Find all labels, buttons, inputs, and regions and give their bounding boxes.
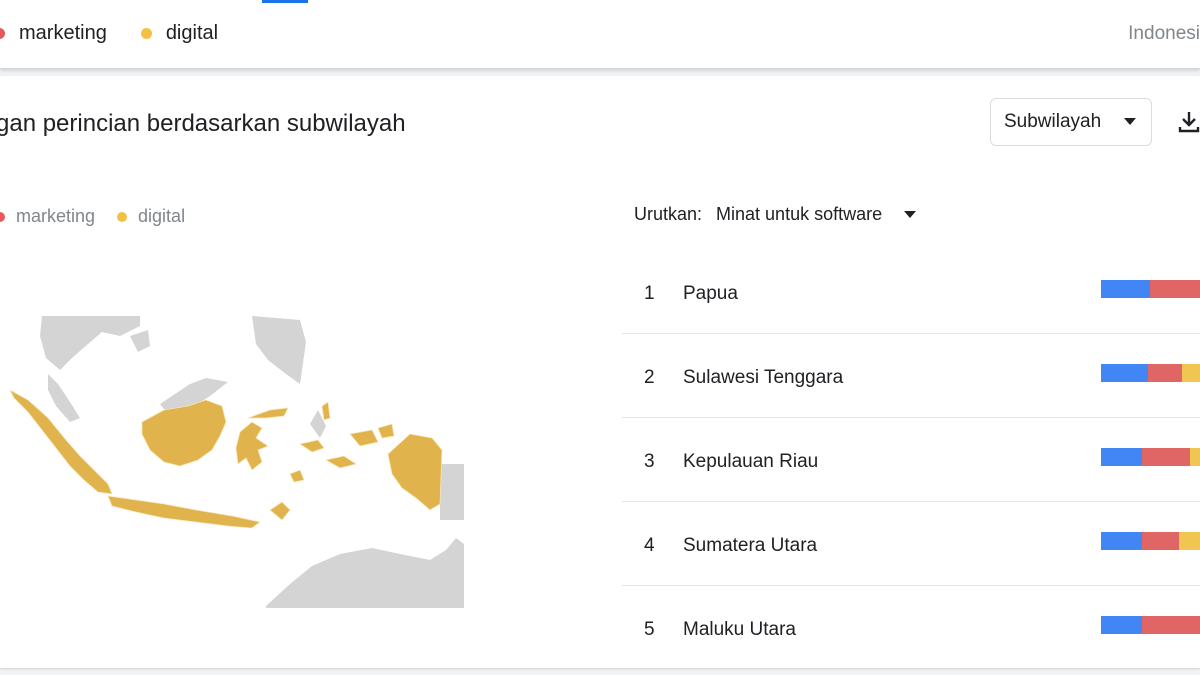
card-title: gan perincian berdasarkan subwilayah — [0, 110, 406, 137]
row-region-name: Sumatera Utara — [683, 535, 818, 556]
share-segment-digital — [1190, 448, 1200, 466]
row-rank: 4 — [644, 535, 655, 556]
table-row[interactable]: 2 Sulawesi Tenggara — [622, 334, 1200, 418]
map-legend-item-digital[interactable]: digital — [117, 206, 185, 227]
download-icon[interactable] — [1178, 110, 1200, 134]
row-share-bar — [1101, 280, 1200, 298]
legend-label: digital — [138, 206, 186, 226]
map-legend-item-marketing[interactable]: marketing — [0, 206, 95, 227]
row-region-name: Sulawesi Tenggara — [683, 367, 844, 388]
share-segment-marketing — [1141, 616, 1200, 634]
region-label: Indonesi — [1128, 23, 1200, 44]
table-row[interactable]: 4 Sumatera Utara — [622, 502, 1200, 586]
legend-label: marketing — [16, 206, 96, 226]
row-rank: 3 — [644, 451, 655, 472]
sort-label: Urutkan: — [634, 204, 703, 224]
table-row[interactable]: 5 Maluku Utara — [622, 586, 1200, 669]
row-region-name: Papua — [683, 283, 738, 304]
share-segment-blue — [1101, 364, 1148, 382]
share-segment-marketing — [1147, 364, 1183, 382]
row-rank: 5 — [644, 619, 655, 640]
region-list: 1 Papua 2 Sulawesi Tenggara 3 Kepulauan Riau 4… — [622, 250, 1200, 669]
legend-item-digital[interactable]: digital — [140, 22, 219, 45]
row-region-name: Kepulauan Riau — [683, 451, 819, 472]
sort-value: Minat untuk software — [716, 204, 883, 224]
share-segment-marketing — [1141, 532, 1180, 550]
legend-label: digital — [165, 22, 219, 44]
table-row[interactable]: 3 Kepulauan Riau — [622, 418, 1200, 502]
table-row[interactable]: 1 Papua — [622, 250, 1200, 334]
caret-down-icon — [904, 211, 917, 218]
share-segment-blue — [1101, 616, 1142, 634]
subregion-select[interactable]: Subwilayah — [990, 98, 1152, 146]
share-segment-marketing — [1141, 448, 1191, 466]
legend-label: marketing — [19, 22, 107, 44]
row-region-name: Maluku Utara — [683, 619, 796, 640]
row-share-bar — [1101, 532, 1200, 550]
indonesia-map[interactable] — [0, 314, 470, 614]
digital-dot-icon — [140, 28, 152, 39]
share-segment-blue — [1101, 448, 1142, 466]
map-legend: marketing digital — [0, 206, 207, 227]
share-segment-blue — [1101, 280, 1150, 298]
share-segment-digital — [1182, 364, 1200, 382]
row-share-bar — [1101, 448, 1200, 466]
share-segment-blue — [1101, 532, 1142, 550]
sort-control[interactable]: Urutkan: Minat untuk software — [634, 204, 917, 225]
caret-down-icon — [1124, 118, 1136, 125]
subregion-select-label: Subwilayah — [1004, 111, 1102, 132]
marketing-dot-icon — [0, 28, 5, 39]
share-segment-digital — [1179, 532, 1200, 550]
top-legend: marketing digital — [0, 22, 252, 45]
row-share-bar — [1101, 364, 1200, 382]
active-tab-indicator — [262, 0, 308, 3]
legend-item-marketing[interactable]: marketing — [0, 22, 107, 45]
share-segment-marketing — [1149, 280, 1200, 298]
marketing-dot-icon — [0, 211, 5, 222]
subregion-card: gan perincian berdasarkan subwilayah Sub… — [0, 76, 1200, 668]
digital-dot-icon — [117, 211, 128, 222]
row-rank: 2 — [644, 367, 655, 388]
row-share-bar — [1101, 616, 1200, 634]
row-rank: 1 — [644, 283, 655, 304]
legend-bar: marketing digital Indonesi — [0, 0, 1200, 69]
